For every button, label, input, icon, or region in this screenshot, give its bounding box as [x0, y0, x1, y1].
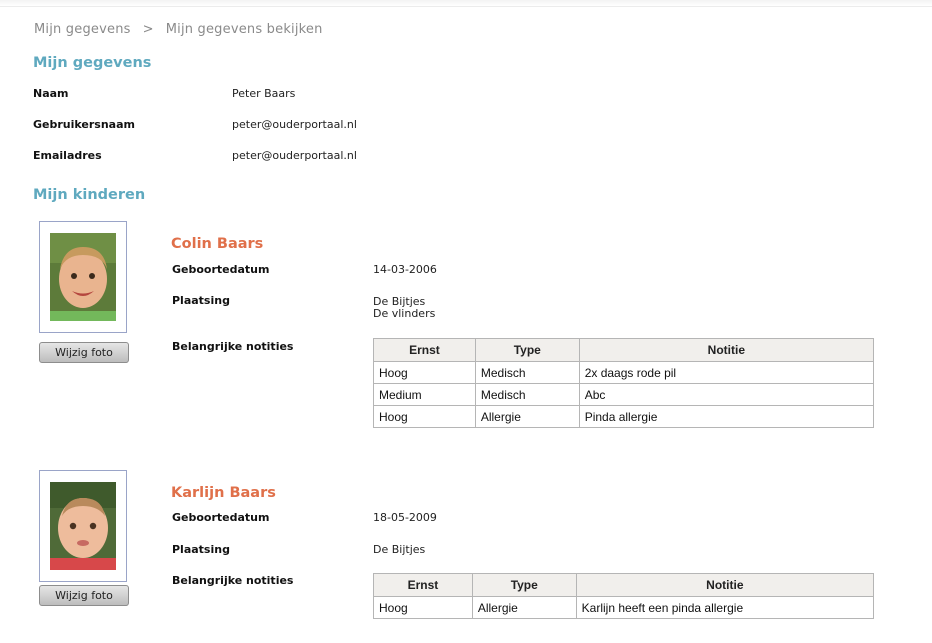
placement-value-2: De vlinders	[373, 307, 436, 320]
column-header-type: Type	[471, 573, 577, 597]
cell-ernst: Hoog	[373, 361, 476, 384]
cell-type: Allergie	[474, 405, 580, 428]
notes-table-header: Ernst Type Notitie	[373, 338, 875, 362]
table-row: Hoog Allergie Karlijn heeft een pinda al…	[373, 596, 875, 619]
cell-notitie: Karlijn heeft een pinda allergie	[575, 596, 875, 619]
email-value: peter@ouderportaal.nl	[232, 149, 357, 162]
notes-table: Ernst Type Notitie Hoog Medisch 2x daags…	[373, 338, 875, 428]
breadcrumb-separator: >	[142, 22, 154, 37]
breadcrumb-item-current: Mijn gegevens bekijken	[165, 22, 323, 37]
cell-notitie: Abc	[578, 383, 875, 406]
child-name: Karlijn Baars	[171, 485, 276, 501]
birthdate-value: 18-05-2009	[373, 511, 437, 524]
username-label: Gebruikersnaam	[33, 118, 135, 131]
notes-label: Belangrijke notities	[172, 574, 294, 587]
children-section-title: Mijn kinderen	[33, 187, 146, 203]
placement-label: Plaatsing	[172, 543, 230, 556]
birthdate-value: 14-03-2006	[373, 263, 437, 276]
child-photo-frame	[39, 221, 127, 333]
notes-table-header: Ernst Type Notitie	[373, 573, 875, 597]
child-photo-frame	[39, 470, 127, 582]
table-row: Medium Medisch Abc	[373, 383, 875, 406]
profile-section-title: Mijn gegevens	[33, 55, 152, 71]
child-photo	[50, 482, 116, 570]
name-label: Naam	[33, 87, 69, 100]
birthdate-label: Geboortedatum	[172, 511, 270, 524]
top-divider	[0, 0, 932, 7]
cell-type: Medisch	[474, 361, 580, 384]
cell-notitie: 2x daags rode pil	[578, 361, 875, 384]
change-photo-button[interactable]: Wijzig foto	[39, 585, 129, 606]
birthdate-label: Geboortedatum	[172, 263, 270, 276]
column-header-type: Type	[474, 338, 580, 362]
table-row: Hoog Allergie Pinda allergie	[373, 405, 875, 428]
breadcrumb-item-mijn-gegevens[interactable]: Mijn gegevens	[34, 22, 131, 37]
column-header-notitie: Notitie	[575, 573, 875, 597]
username-value: peter@ouderportaal.nl	[232, 118, 357, 131]
placement-label: Plaatsing	[172, 294, 230, 307]
email-label: Emailadres	[33, 149, 102, 162]
column-header-ernst: Ernst	[373, 338, 476, 362]
table-row: Hoog Medisch 2x daags rode pil	[373, 361, 875, 384]
name-value: Peter Baars	[232, 87, 296, 100]
cell-ernst: Hoog	[373, 405, 476, 428]
notes-label: Belangrijke notities	[172, 340, 294, 353]
child-name: Colin Baars	[171, 236, 264, 252]
cell-type: Medisch	[474, 383, 580, 406]
cell-ernst: Hoog	[373, 596, 473, 619]
child-photo	[50, 233, 116, 321]
column-header-notitie: Notitie	[578, 338, 875, 362]
cell-notitie: Pinda allergie	[578, 405, 875, 428]
cell-type: Allergie	[471, 596, 577, 619]
notes-table: Ernst Type Notitie Hoog Allergie Karlijn…	[373, 573, 875, 619]
placement-value-1: De Bijtjes	[373, 543, 426, 556]
cell-ernst: Medium	[373, 383, 476, 406]
column-header-ernst: Ernst	[373, 573, 473, 597]
breadcrumb: Mijn gegevens > Mijn gegevens bekijken	[34, 22, 323, 37]
change-photo-button[interactable]: Wijzig foto	[39, 342, 129, 363]
